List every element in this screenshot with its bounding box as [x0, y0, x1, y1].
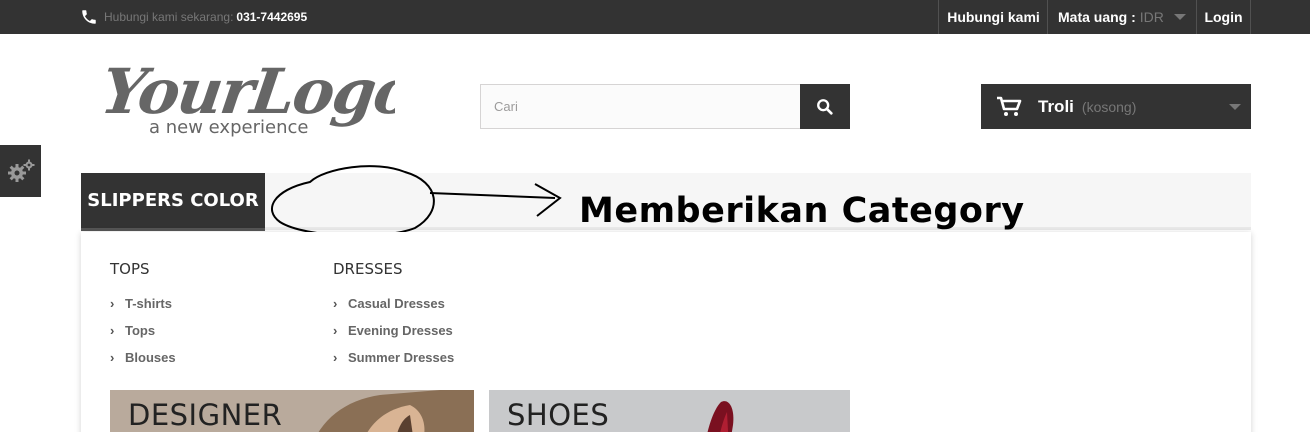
- category-item-label: Casual Dresses: [348, 296, 445, 311]
- category-item[interactable]: › Evening Dresses: [333, 317, 454, 344]
- contact-label: Hubungi kami: [947, 9, 1040, 25]
- designer-banner[interactable]: DESIGNER: [110, 390, 474, 432]
- category-item-label: Blouses: [125, 350, 176, 365]
- search-icon: [817, 98, 833, 115]
- phone-label: Hubungi kami sekarang:: [104, 10, 234, 24]
- category-item-label: T-shirts: [125, 296, 172, 311]
- chevron-right-icon: ›: [333, 350, 338, 365]
- cart-icon: [997, 96, 1022, 116]
- chevron-right-icon: ›: [110, 323, 115, 338]
- phone-number: 031-7442695: [236, 10, 308, 24]
- category-item-label: Evening Dresses: [348, 323, 453, 338]
- category-item[interactable]: › Tops: [110, 317, 176, 344]
- category-item-label: Summer Dresses: [348, 350, 455, 365]
- category-column: DRESSES › Casual Dresses › Evening Dresses…: [333, 260, 454, 371]
- caret-down-icon: [1229, 104, 1241, 110]
- currency-label: Mata uang :: [1058, 9, 1136, 25]
- phone-info: Hubungi kami sekarang: 031-7442695: [80, 0, 307, 34]
- banner-title: SHOES: [507, 398, 610, 432]
- category-item[interactable]: › T-shirts: [110, 290, 176, 317]
- category-item[interactable]: › Summer Dresses: [333, 344, 454, 371]
- top-bar: Hubungi kami sekarang: 031-7442695 Hubun…: [0, 0, 1310, 34]
- site-logo[interactable]: YourLogo a new experience: [105, 55, 395, 140]
- settings-toggle[interactable]: [0, 145, 41, 197]
- caret-down-icon: [1174, 14, 1186, 20]
- category-item[interactable]: › Blouses: [110, 344, 176, 371]
- phone-icon: [82, 10, 96, 24]
- cart-status: (kosong): [1081, 98, 1137, 115]
- search-input[interactable]: [480, 84, 802, 129]
- annotation-text: Memberikan Category: [579, 191, 1025, 231]
- category-item-label: Tops: [125, 323, 156, 338]
- login-label: Login: [1204, 9, 1243, 25]
- svg-text:a new experience: a new experience: [149, 117, 308, 138]
- category-title-dresses[interactable]: DRESSES: [333, 260, 454, 278]
- contact-link[interactable]: Hubungi kami: [938, 0, 1048, 34]
- cart-button[interactable]: Troli (kosong): [981, 84, 1251, 129]
- gear-icon: [7, 159, 34, 182]
- cart-label: Troli: [1038, 96, 1074, 116]
- shoes-banner[interactable]: SHOES: [489, 390, 850, 432]
- search-button[interactable]: [800, 84, 850, 129]
- chevron-right-icon: ›: [333, 323, 338, 338]
- category-column: TOPS › T-shirts › Tops › Blouses: [110, 260, 176, 371]
- currency-value: IDR: [1139, 9, 1164, 25]
- chevron-right-icon: ›: [110, 350, 115, 365]
- chevron-right-icon: ›: [110, 296, 115, 311]
- category-item[interactable]: › Casual Dresses: [333, 290, 454, 317]
- banner-title: DESIGNER: [128, 398, 283, 432]
- login-link[interactable]: Login: [1196, 0, 1251, 34]
- menu-tab-label: SLIPPERS COLOR: [87, 190, 259, 211]
- menu-tab-slippers-color[interactable]: SLIPPERS COLOR: [81, 173, 265, 231]
- category-dropdown: TOPS › T-shirts › Tops › Blouses DRESSES › C…: [81, 232, 1251, 432]
- category-title-tops[interactable]: TOPS: [110, 260, 176, 278]
- chevron-right-icon: ›: [333, 296, 338, 311]
- currency-dropdown[interactable]: Mata uang : IDR: [1047, 0, 1196, 34]
